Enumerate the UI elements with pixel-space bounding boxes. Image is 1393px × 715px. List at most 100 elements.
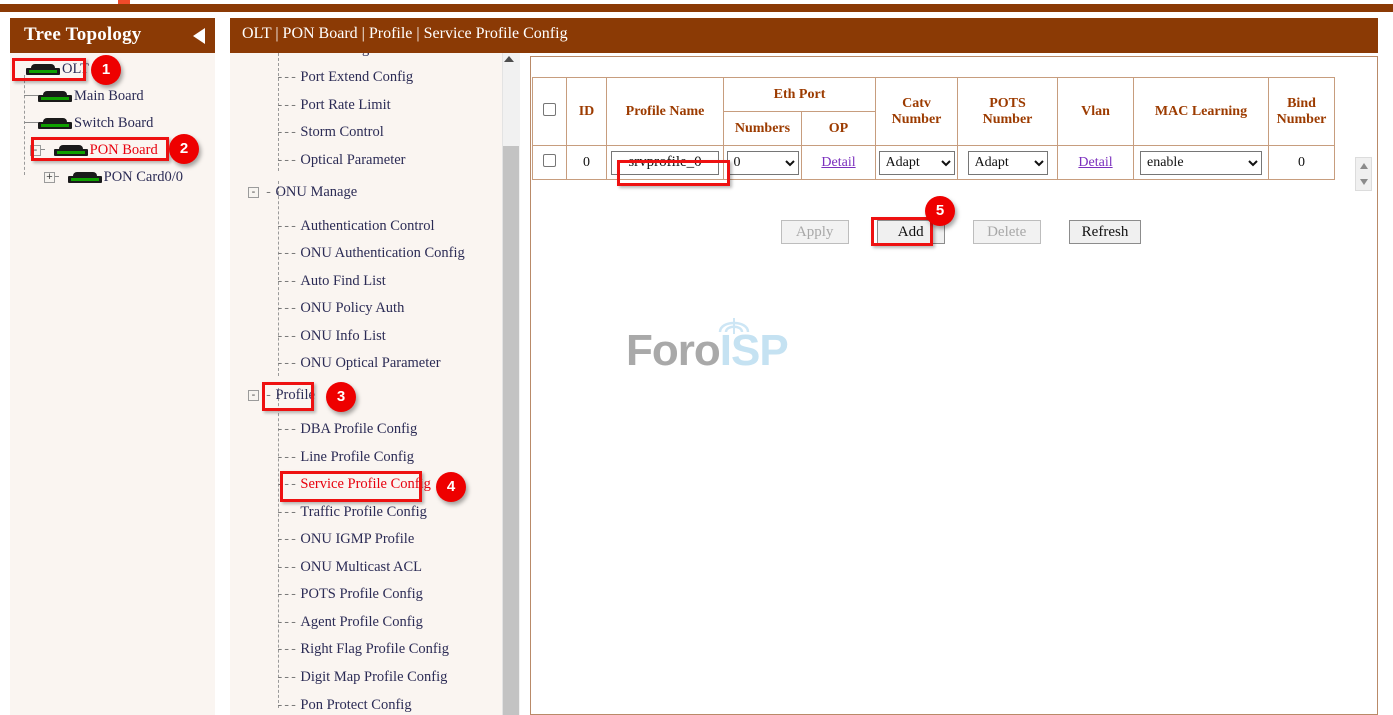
menu-item-label: Pon Protect Config (300, 697, 411, 713)
header-catv-number: Catv Number (876, 78, 958, 146)
menu-item-label: Optical Parameter (300, 152, 405, 168)
menu-item-digit-map-profile-config[interactable]: ---Digit Map Profile Config (276, 669, 447, 686)
menu-item-label: Storm Control (300, 124, 383, 140)
menu-item-line-profile-config[interactable]: ---Line Profile Config (276, 449, 414, 466)
menu-item-label: Auto Find List (300, 273, 385, 289)
annotation-badge-4: 4 (436, 472, 466, 502)
header-eth-numbers: Numbers (724, 112, 802, 146)
menu-item-optical-parameter[interactable]: ---Optical Parameter (276, 152, 405, 169)
expander-plus-icon[interactable]: + (44, 172, 55, 183)
tree-node-main-board[interactable]: Main Board (38, 88, 144, 105)
menu-item-authentication-control[interactable]: ---Authentication Control (276, 218, 435, 235)
menu-scrollbar-thumb[interactable] (503, 146, 519, 715)
scroll-up-arrow-icon[interactable] (1360, 163, 1368, 169)
apply-button[interactable]: Apply (781, 220, 849, 244)
menu-item-onu-authentication-config[interactable]: ---ONU Authentication Config (276, 245, 465, 262)
triangle-left-icon[interactable] (193, 28, 205, 44)
menu-item-port-rate-limit[interactable]: ---Port Rate Limit (276, 97, 391, 114)
eth-numbers-select[interactable]: 0 (727, 151, 799, 175)
row-select-cell (533, 146, 567, 180)
menu-item-traffic-profile-config[interactable]: ---Traffic Profile Config (276, 504, 427, 521)
annotation-badge-5: 5 (925, 196, 955, 226)
annotation-box-olt (12, 58, 86, 81)
action-button-row: Apply Add Delete Refresh (711, 220, 1211, 244)
eth-op-detail-link[interactable]: Detail (821, 155, 855, 170)
pots-number-select[interactable]: Adapt (968, 151, 1048, 175)
row-eth-numbers-cell: 0 (724, 146, 802, 180)
tree-connector-vertical (24, 75, 25, 175)
watermark-logo: ForoISP (626, 326, 788, 376)
annotation-badge-2: 2 (169, 134, 199, 164)
tree-topology-title: Tree Topology (24, 24, 142, 46)
menu-item-storm-control[interactable]: ---Storm Control (276, 124, 384, 141)
row-catv-number-cell: Adapt (876, 146, 958, 180)
menu-item-label: Traffic Profile Config (300, 504, 426, 520)
menu-item-label: ONU Manage (275, 184, 357, 200)
header-eth-op: OP (802, 112, 876, 146)
watermark-text-foro: Foro (626, 326, 720, 375)
mac-learning-select[interactable]: enable (1140, 151, 1262, 175)
menu-item-pon-protect-config[interactable]: ---Pon Protect Config (276, 697, 412, 714)
tree-node-label: PON Card0/0 (104, 169, 183, 185)
menu-item-onu-optical-parameter[interactable]: ---ONU Optical Parameter (276, 355, 441, 372)
menu-item-onu-info-list[interactable]: ---ONU Info List (276, 328, 386, 345)
scroll-up-arrow-icon[interactable] (504, 56, 514, 62)
menu-item-label: ONU IGMP Profile (300, 531, 414, 547)
menu-item-onu-igmp-profile[interactable]: ---ONU IGMP Profile (276, 531, 414, 548)
vlan-detail-link[interactable]: Detail (1078, 155, 1112, 170)
menu-item-onu-policy-auth[interactable]: ---ONU Policy Auth (276, 300, 404, 317)
tree-node-label: Main Board (74, 88, 144, 104)
header-profile-name: Profile Name (607, 78, 724, 146)
menu-item-onu-multicast-acl[interactable]: ---ONU Multicast ACL (276, 559, 422, 576)
antenna-signal-icon (714, 312, 754, 336)
catv-number-select[interactable]: Adapt (879, 151, 955, 175)
menu-item-label: Authentication Control (300, 218, 434, 234)
menu-item-right-flag-profile-config[interactable]: ---Right Flag Profile Config (276, 641, 449, 658)
table-header: ID Profile Name Eth Port Catv Number POT… (533, 78, 1335, 146)
scroll-down-arrow-icon[interactable] (1360, 179, 1368, 185)
menu-item-label: Digit Map Profile Config (300, 669, 447, 685)
menu-item-label: Right Flag Profile Config (300, 641, 449, 657)
header-mac-learning: MAC Learning (1134, 78, 1269, 146)
menu-item-pots-profile-config[interactable]: ---POTS Profile Config (276, 586, 423, 603)
menu-item-dba-profile-config[interactable]: ---DBA Profile Config (276, 421, 417, 438)
select-all-checkbox[interactable] (543, 103, 556, 116)
menu-item-port-setting[interactable]: ---Port Setting (276, 53, 369, 58)
device-board-icon (38, 118, 72, 129)
header-id: ID (567, 78, 607, 146)
row-bind-number: 0 (1269, 146, 1335, 180)
header-pots-number: POTS Number (958, 78, 1058, 146)
tree-node-label: Switch Board (74, 115, 153, 131)
header-select-all (533, 78, 567, 146)
menu-group-onu-manage[interactable]: - -ONU Manage (248, 184, 357, 201)
header-eth-port: Eth Port (724, 78, 876, 112)
tree-node-pon-card[interactable]: + PON Card0/0 (44, 169, 183, 186)
refresh-button[interactable]: Refresh (1069, 220, 1142, 244)
top-brand-bar (0, 4, 1393, 12)
expander-minus-icon[interactable]: - (248, 187, 259, 198)
breadcrumb: OLT | PON Board | Profile | Service Prof… (242, 25, 568, 43)
device-card-icon (68, 172, 102, 183)
tree-connector-h2 (24, 122, 38, 123)
row-pots-number-cell: Adapt (958, 146, 1058, 180)
tree-topology-header: Tree Topology (10, 18, 215, 53)
table-row-scrollbar[interactable] (1355, 157, 1372, 191)
menu-item-agent-profile-config[interactable]: ---Agent Profile Config (276, 614, 423, 631)
menu-item-auto-find-list[interactable]: ---Auto Find List (276, 273, 386, 290)
annotation-box-service-profile-config (280, 471, 422, 502)
row-eth-op-cell: Detail (802, 146, 876, 180)
menu-item-label: Line Profile Config (300, 449, 414, 465)
expander-minus-icon[interactable]: - (248, 390, 259, 401)
menu-item-label: ONU Optical Parameter (300, 355, 440, 371)
row-id: 0 (567, 146, 607, 180)
row-mac-learning-cell: enable (1134, 146, 1269, 180)
tree-node-switch-board[interactable]: Switch Board (38, 115, 153, 132)
header-vlan: Vlan (1058, 78, 1134, 146)
row-checkbox[interactable] (543, 154, 556, 167)
content-panel: ForoISP ID Profile Name Eth Port Catv Nu… (530, 56, 1378, 715)
annotation-badge-3: 3 (326, 382, 356, 412)
annotation-badge-1: 1 (91, 55, 121, 85)
menu-item-port-extend-config[interactable]: ---Port Extend Config (276, 69, 413, 86)
row-vlan-cell: Detail (1058, 146, 1134, 180)
delete-button[interactable]: Delete (973, 220, 1041, 244)
